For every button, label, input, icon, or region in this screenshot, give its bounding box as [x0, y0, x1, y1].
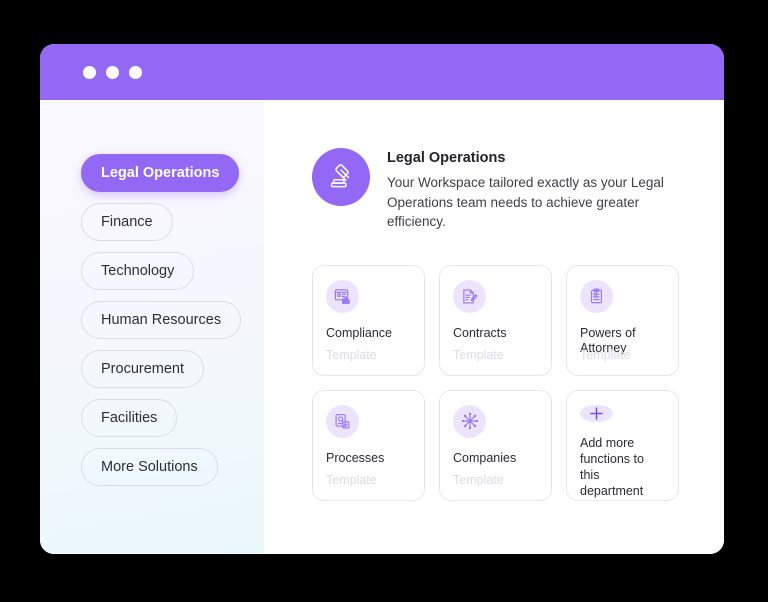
card-subtitle: Template — [453, 472, 504, 487]
card-powers-of-attorney[interactable]: Powers of Attorney Template — [566, 264, 679, 376]
card-subtitle: Template — [580, 347, 631, 362]
browser-window: Legal Operations Finance Technology Huma… — [40, 44, 724, 554]
sidebar-nav-list: Legal Operations Finance Technology Huma… — [81, 154, 264, 486]
window-body: Legal Operations Finance Technology Huma… — [40, 100, 724, 554]
minimize-dot[interactable] — [106, 65, 119, 79]
department-description: Your Workspace tailored exactly as your … — [387, 175, 664, 230]
plus-icon — [580, 404, 613, 422]
sidebar-item-label: Procurement — [101, 360, 185, 377]
network-hub-icon — [453, 404, 486, 438]
card-subtitle: Template — [453, 347, 504, 362]
card-title: Processes — [326, 450, 385, 465]
gavel-icon — [312, 148, 370, 206]
compliance-report-icon — [326, 279, 359, 313]
function-card-grid: Compliance Template Contracts Template P… — [312, 264, 688, 501]
sidebar-item-label: Finance — [101, 213, 153, 230]
card-subtitle: Template — [326, 347, 377, 362]
sidebar-item-finance[interactable]: Finance — [81, 203, 173, 241]
card-processes[interactable]: Processes Template — [312, 389, 425, 501]
sidebar-item-more-solutions[interactable]: More Solutions — [81, 448, 218, 486]
sidebar-item-human-resources[interactable]: Human Resources — [81, 301, 242, 339]
maximize-dot[interactable] — [129, 65, 142, 79]
sidebar-item-label: Facilities — [101, 409, 158, 426]
sidebar-item-facilities[interactable]: Facilities — [81, 399, 178, 437]
clipboard-checklist-icon — [580, 279, 613, 313]
card-companies[interactable]: Companies Template — [439, 389, 552, 501]
sidebar-item-technology[interactable]: Technology — [81, 252, 195, 290]
card-subtitle: Template — [326, 472, 377, 487]
document-edit-icon — [453, 279, 486, 313]
sidebar-item-label: More Solutions — [101, 458, 198, 475]
sidebar-item-label: Technology — [101, 262, 175, 279]
screenshot-root: Legal Operations Finance Technology Huma… — [0, 0, 768, 602]
main-content: Legal Operations Your Workspace tailored… — [264, 100, 724, 554]
card-title: Contracts — [453, 325, 507, 340]
department-text: Legal Operations Your Workspace tailored… — [387, 148, 688, 232]
sidebar-item-label: Legal Operations — [101, 164, 220, 181]
window-titlebar — [40, 44, 724, 100]
department-header: Legal Operations Your Workspace tailored… — [312, 148, 688, 232]
card-title: Add more functions to this department — [580, 435, 644, 499]
department-title: Legal Operations — [387, 150, 506, 166]
card-add-more-functions[interactable]: Add more functions to this department — [566, 389, 679, 501]
sidebar: Legal Operations Finance Technology Huma… — [40, 100, 264, 554]
sidebar-item-procurement[interactable]: Procurement — [81, 350, 205, 388]
card-title: Companies — [453, 450, 517, 465]
card-contracts[interactable]: Contracts Template — [439, 264, 552, 376]
card-compliance[interactable]: Compliance Template — [312, 264, 425, 376]
close-dot[interactable] — [83, 65, 96, 79]
card-title: Compliance — [326, 325, 393, 340]
sidebar-item-legal-operations[interactable]: Legal Operations — [81, 154, 240, 192]
process-flow-icon — [326, 404, 359, 438]
sidebar-item-label: Human Resources — [101, 311, 222, 328]
